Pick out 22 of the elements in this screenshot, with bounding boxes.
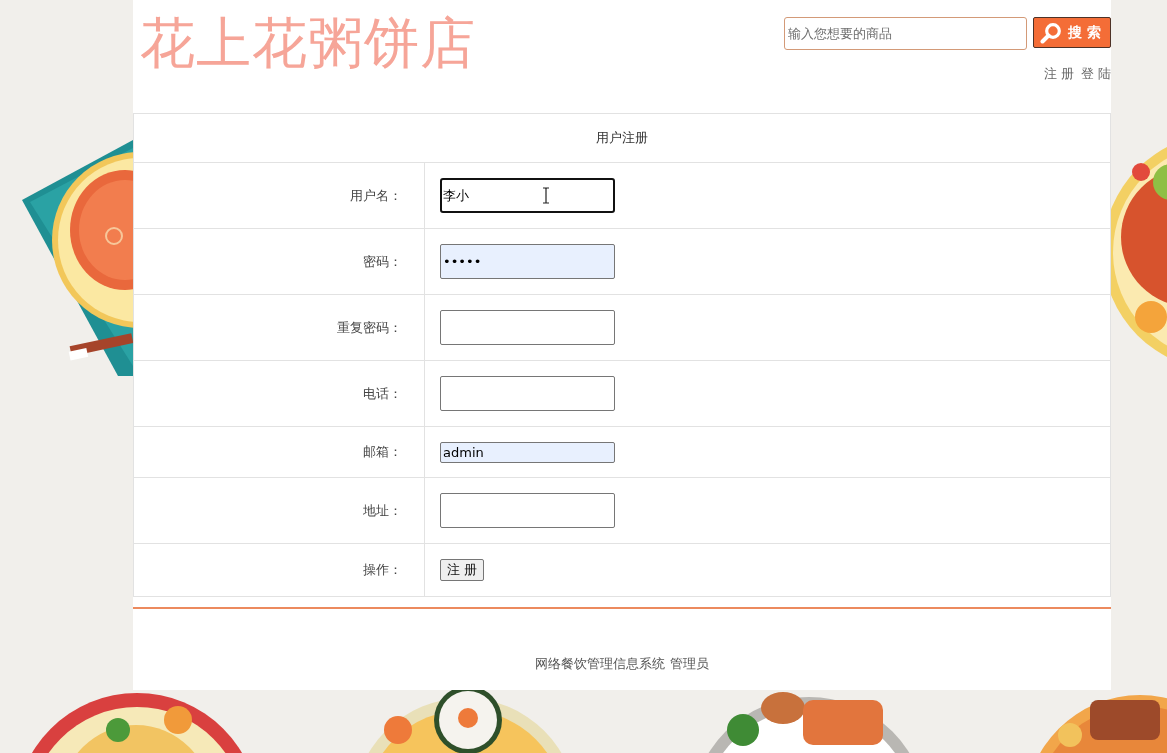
search-field[interactable]: 输入您想要的商品 xyxy=(784,17,1027,50)
field-label: 邮箱： xyxy=(133,426,425,478)
field-label: 用户名： xyxy=(133,162,425,229)
register-button[interactable]: 注 册 xyxy=(440,559,485,581)
nav-link[interactable]: 登 陆 xyxy=(1080,65,1111,83)
input-field[interactable]: admin xyxy=(440,441,615,463)
footer-text: 网络餐饮管理信息系统 管理员 xyxy=(535,656,709,671)
text-cursor-icon xyxy=(542,187,550,204)
search-icon xyxy=(1040,21,1062,44)
input-field[interactable] xyxy=(440,493,615,528)
input-field[interactable] xyxy=(440,376,615,411)
form-title: 用户注册 xyxy=(133,113,1111,163)
field-label: 电话： xyxy=(133,360,425,427)
input-field[interactable] xyxy=(440,310,615,345)
field-label: 地址： xyxy=(133,477,425,544)
field-label: 密码： xyxy=(133,228,425,295)
field-label: 重复密码： xyxy=(133,294,425,361)
field-label: 操作： xyxy=(133,543,425,597)
input-field[interactable]: 李小 xyxy=(440,178,615,213)
site-logo: 花上花粥饼店 xyxy=(140,16,476,71)
input-field[interactable]: ••••• xyxy=(440,244,615,279)
nav-link[interactable]: 注 册 xyxy=(1043,65,1074,83)
